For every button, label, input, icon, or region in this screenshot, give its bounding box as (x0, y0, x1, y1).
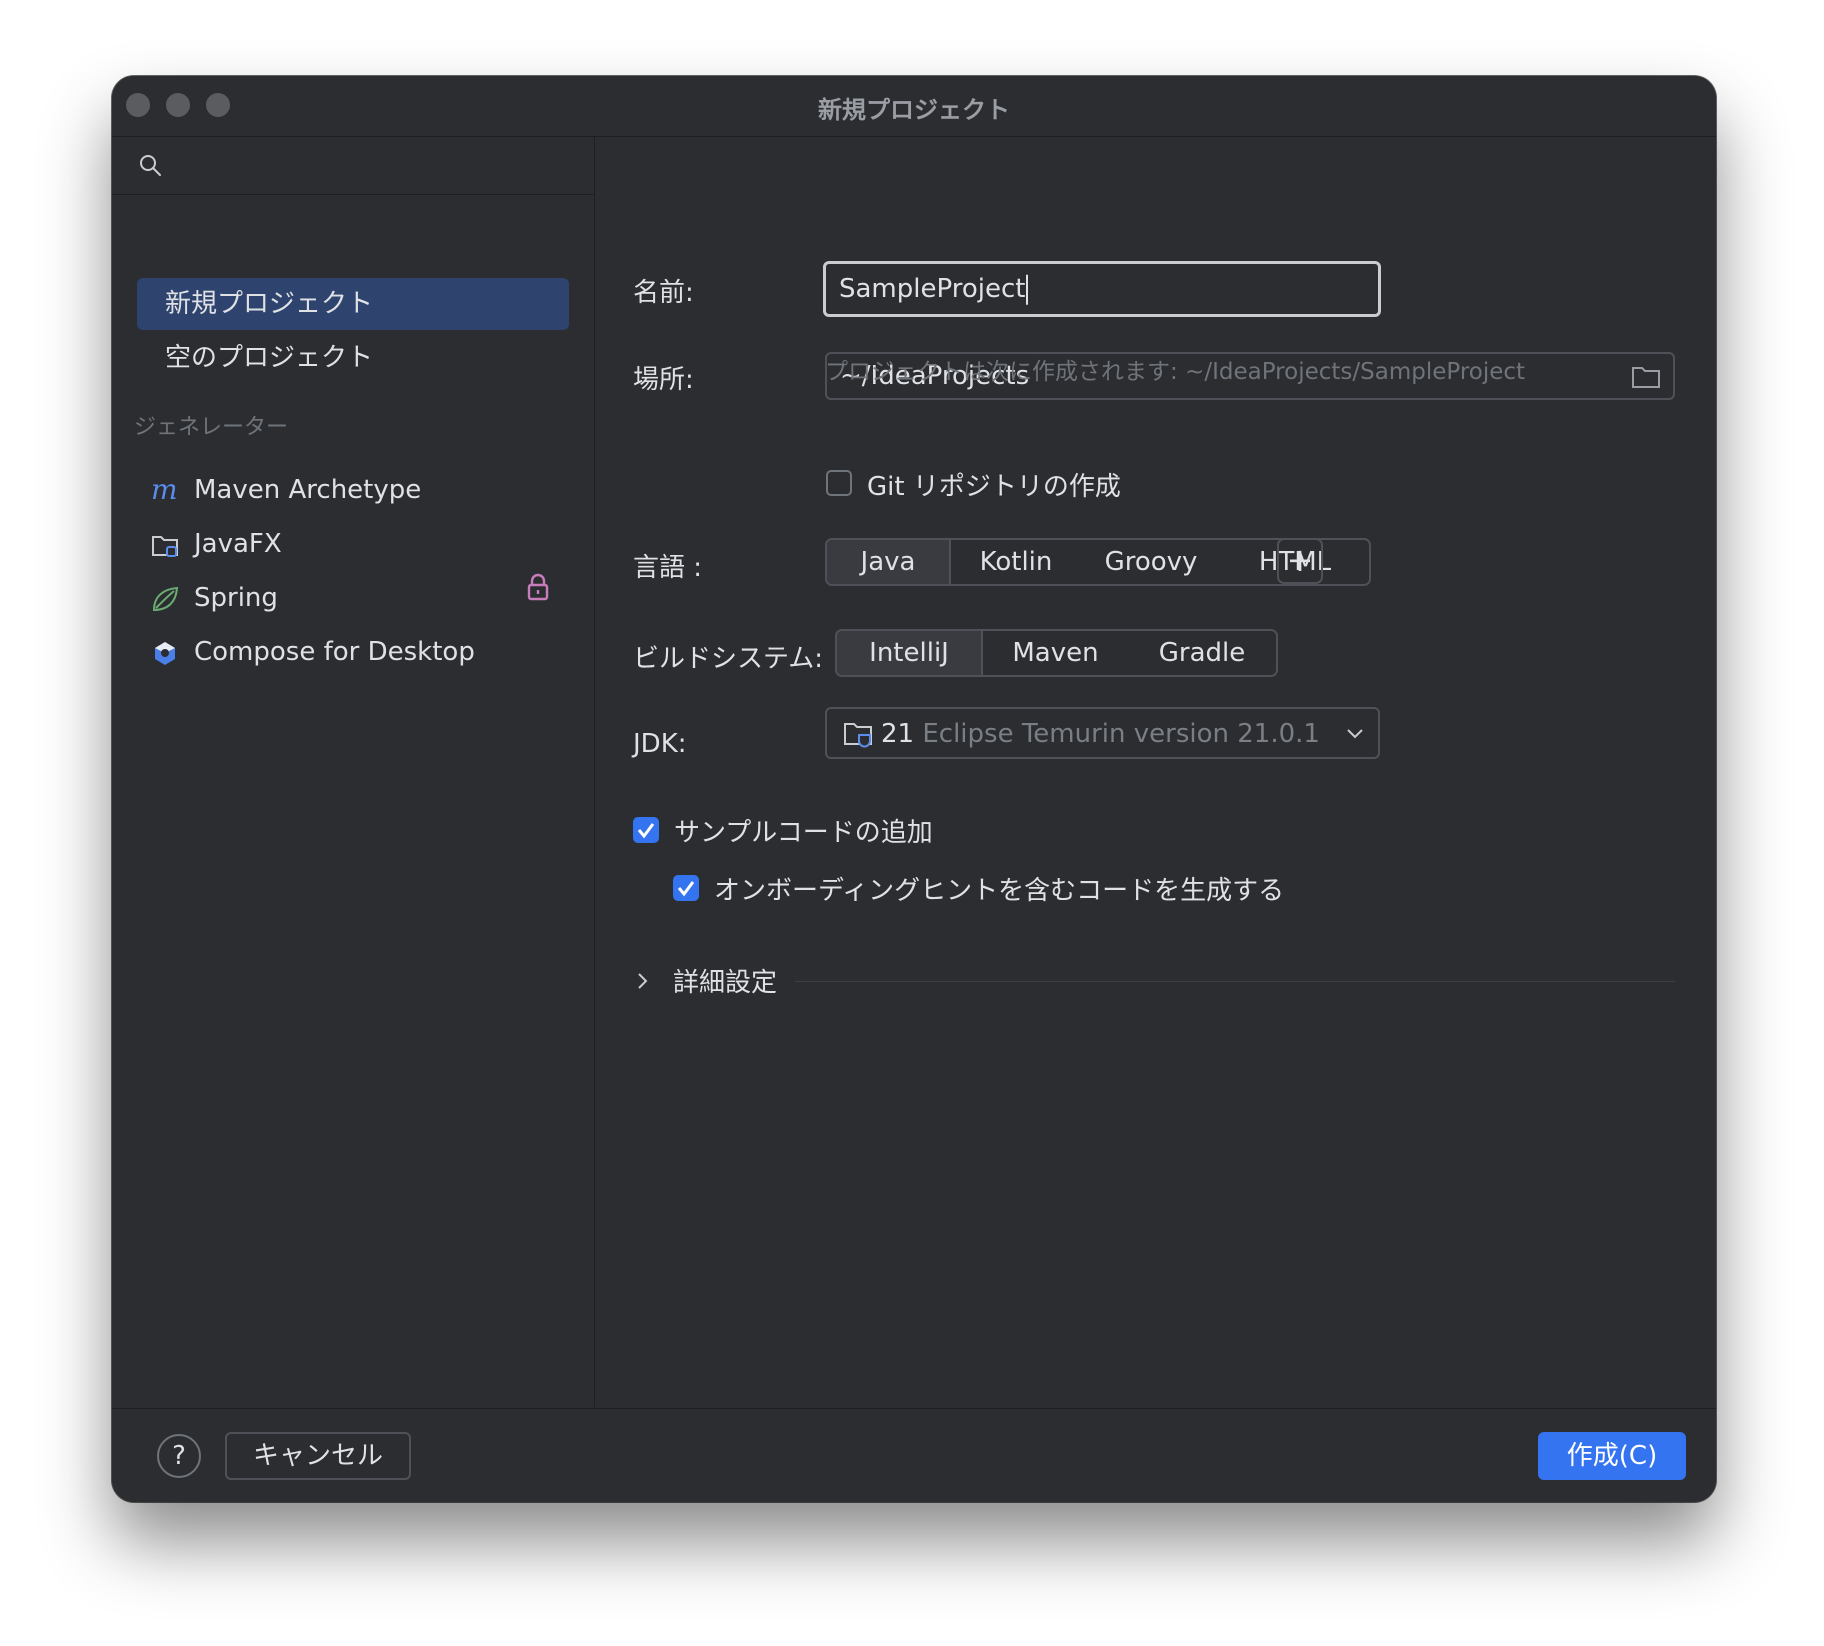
language-option-kotlin[interactable]: Kotlin (951, 540, 1081, 584)
git-repository-label: Git リポジトリの作成 (867, 472, 1121, 502)
new-project-dialog: 新規プロジェクト 新規プロジェクト 空のプロジェクト ジェネレーター m Mav… (112, 76, 1716, 1502)
create-button[interactable]: 作成(C) (1538, 1432, 1686, 1480)
lock-icon (527, 573, 549, 601)
project-form: 名前: SampleProject 場所: ~/IdeaProjects プロジ… (595, 137, 1716, 1407)
language-label: 言語 : (633, 553, 703, 583)
generator-label: Compose for Desktop (194, 637, 475, 667)
jdk-label: JDK: (633, 729, 687, 759)
jdk-folder-icon (844, 723, 872, 748)
language-option-java[interactable]: Java (827, 540, 951, 584)
generator-label: Maven Archetype (194, 475, 422, 505)
folder-icon (152, 536, 178, 557)
title-bar: 新規プロジェクト (112, 76, 1716, 137)
help-button[interactable]: ? (157, 1434, 201, 1478)
spring-leaf-icon (152, 586, 179, 612)
checkmark-icon (637, 823, 655, 839)
folder-browse-icon[interactable] (1631, 364, 1661, 390)
sidebar: 新規プロジェクト 空のプロジェクト ジェネレーター m Maven Archet… (112, 137, 595, 1407)
onboarding-hints-label: オンボーディングヒントを含むコードを生成する (714, 876, 1285, 906)
build-option-gradle[interactable]: Gradle (1128, 631, 1276, 675)
build-system-selector: IntelliJ Maven Gradle (835, 629, 1278, 677)
advanced-settings-toggle[interactable]: 詳細設定 (635, 960, 1675, 1000)
location-label: 場所: (633, 365, 694, 395)
jdk-name: Eclipse Temurin version 21.0.1 (922, 719, 1320, 749)
git-repository-checkbox[interactable] (826, 470, 852, 496)
search-icon[interactable] (138, 153, 162, 177)
window-title: 新規プロジェクト (818, 96, 1010, 124)
language-option-groovy[interactable]: Groovy (1081, 540, 1221, 584)
dialog-footer: ? キャンセル 作成(C) (112, 1408, 1716, 1502)
checkmark-icon (677, 881, 695, 897)
build-option-maven[interactable]: Maven (983, 631, 1128, 675)
onboarding-hints-checkbox[interactable] (673, 875, 699, 901)
cancel-button[interactable]: キャンセル (225, 1432, 411, 1480)
generators-header: ジェネレーター (134, 415, 289, 440)
advanced-settings-divider (795, 981, 1675, 982)
sidebar-item-new-project[interactable]: 新規プロジェクト (137, 278, 569, 330)
compose-icon (155, 642, 175, 665)
location-hint: プロジェクトは次に作成されます: ~/IdeaProjects/SamplePr… (825, 359, 1526, 385)
text-caret (1026, 274, 1029, 305)
add-language-button[interactable]: + (1277, 538, 1323, 584)
build-system-label: ビルドシステム: (633, 644, 823, 674)
name-input-value: SampleProject (839, 273, 1026, 304)
build-option-intellij[interactable]: IntelliJ (837, 631, 983, 675)
generator-label: JavaFX (194, 529, 282, 559)
sidebar-item-label: 新規プロジェクト (165, 289, 374, 319)
generator-label: Spring (194, 583, 278, 613)
svg-text:m: m (151, 476, 178, 506)
sidebar-item-label: 空のプロジェクト (165, 343, 374, 373)
jdk-version: 21 (881, 719, 915, 749)
name-input[interactable]: SampleProject (823, 261, 1381, 317)
maven-icon: m (151, 476, 178, 506)
sidebar-search[interactable] (112, 137, 594, 195)
chevron-down-icon (1347, 729, 1363, 739)
chevron-right-icon (638, 973, 648, 989)
sidebar-item-empty-project[interactable]: 空のプロジェクト (137, 332, 569, 384)
name-label: 名前: (633, 278, 694, 308)
sample-code-label: サンプルコードの追加 (674, 818, 933, 848)
sample-code-checkbox[interactable] (633, 817, 659, 843)
jdk-dropdown[interactable]: 21 Eclipse Temurin version 21.0.1 (825, 707, 1380, 759)
advanced-settings-label: 詳細設定 (673, 968, 778, 998)
